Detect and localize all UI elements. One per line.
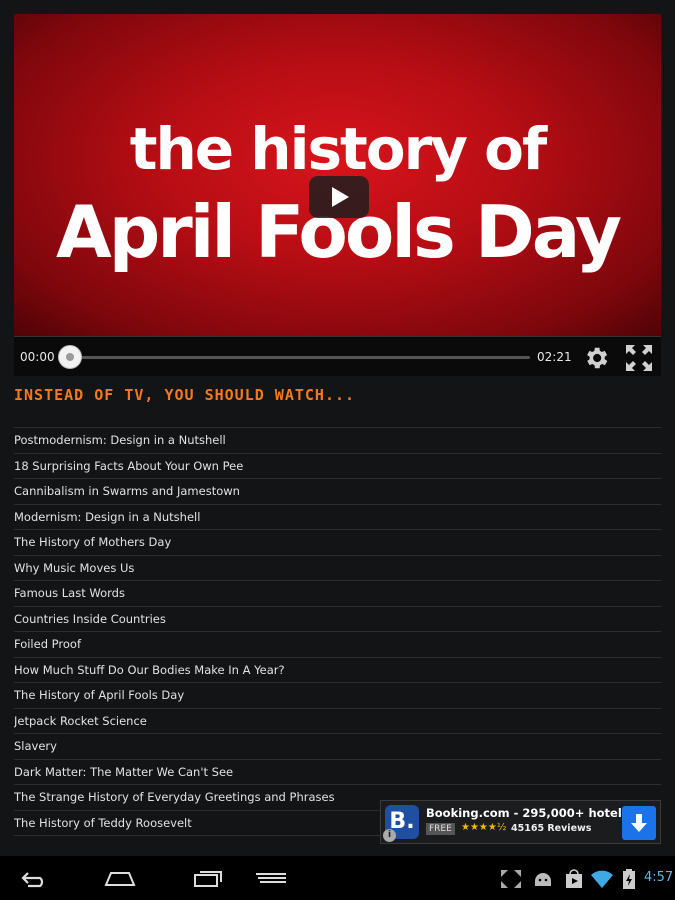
wifi-icon (591, 870, 613, 888)
list-item[interactable]: Famous Last Words (14, 581, 661, 607)
list-item[interactable]: Foiled Proof (14, 632, 661, 658)
list-item[interactable]: Postmodernism: Design in a Nutshell (14, 428, 661, 454)
play-icon (332, 187, 349, 207)
list-item[interactable]: Slavery (14, 734, 661, 760)
list-item[interactable]: The History of Mothers Day (14, 530, 661, 556)
list-item[interactable]: 18 Surprising Facts About Your Own Pee (14, 454, 661, 479)
thumbnail-title-line1: the history of (129, 115, 548, 183)
duration: 02:21 (537, 350, 572, 364)
home-icon[interactable] (103, 868, 137, 888)
section-heading: INSTEAD OF TV, YOU SHOULD WATCH... (14, 386, 356, 404)
list-item[interactable]: Modernism: Design in a Nutshell (14, 505, 661, 530)
back-icon[interactable] (18, 868, 48, 888)
fullscreen-notification-icon (501, 870, 521, 888)
list-item[interactable]: Jetpack Rocket Science (14, 709, 661, 734)
android-icon (535, 873, 551, 886)
system-bar: 4:57 (0, 856, 675, 900)
list-item[interactable]: Countries Inside Countries (14, 607, 661, 632)
related-videos-list: Postmodernism: Design in a Nutshell 18 S… (14, 416, 661, 844)
list-item[interactable]: Why Music Moves Us (14, 556, 661, 581)
video-player[interactable]: the history of April Fools Day 00:00 02:… (14, 14, 661, 376)
ad-price-badge: FREE (426, 823, 455, 835)
list-item[interactable]: Dark Matter: The Matter We Can't See (14, 760, 661, 785)
play-button[interactable] (309, 176, 369, 218)
seek-bar[interactable] (70, 356, 530, 359)
download-button[interactable] (622, 806, 656, 840)
recent-apps-icon[interactable] (192, 868, 224, 888)
fullscreen-icon[interactable] (624, 343, 654, 373)
list-top-divider (14, 416, 661, 428)
list-item[interactable]: The History of April Fools Day (14, 683, 661, 709)
ad-banner[interactable]: B. Booking.com - 295,000+ hotels FREE ★★… (380, 800, 661, 844)
download-icon (631, 814, 647, 832)
gear-icon[interactable] (582, 344, 610, 372)
current-time: 00:00 (20, 350, 55, 364)
menu-icon[interactable] (254, 868, 288, 888)
ad-review-count: 45165 Reviews (511, 823, 592, 834)
battery-icon (623, 869, 635, 889)
app-screen: the history of April Fools Day 00:00 02:… (0, 0, 675, 856)
ad-rating-stars: ★★★★½ (461, 822, 507, 833)
play-store-icon (566, 869, 582, 888)
seek-knob[interactable] (58, 345, 82, 369)
ad-title: Booking.com - 295,000+ hotels (426, 806, 629, 820)
ad-info-icon[interactable]: i (383, 829, 396, 842)
video-controls: 00:00 02:21 (14, 336, 661, 376)
clock: 4:57 (644, 870, 674, 885)
list-item[interactable]: How Much Stuff Do Our Bodies Make In A Y… (14, 658, 661, 683)
video-thumbnail[interactable]: the history of April Fools Day (14, 14, 661, 336)
list-item[interactable]: Cannibalism in Swarms and Jamestown (14, 479, 661, 505)
